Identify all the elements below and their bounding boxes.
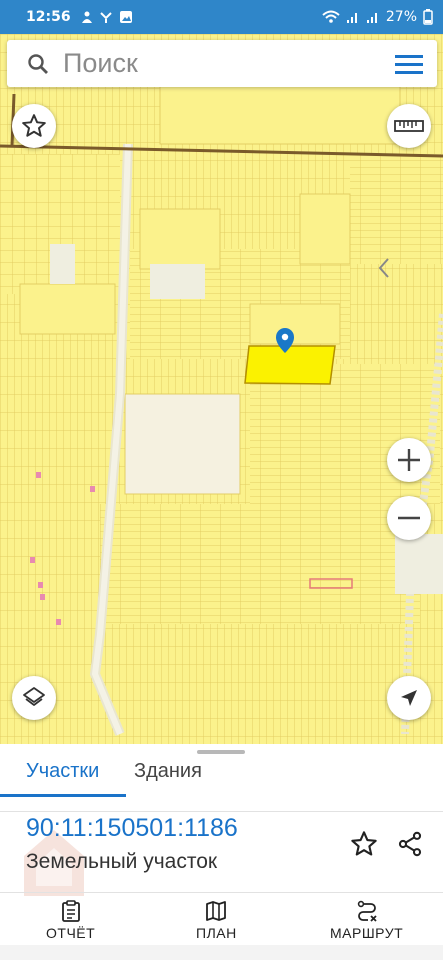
cadastral-map[interactable] [0,34,443,744]
battery-percent: 27% [385,9,417,25]
image-icon [119,11,132,23]
bottom-nav: ОТЧЁТ ПЛАН МАРШРУТ [0,892,443,945]
search-input[interactable]: Поиск [63,48,138,79]
share-button[interactable] [396,830,424,863]
nav-route[interactable]: МАРШРУТ [330,899,403,941]
selected-parcel[interactable] [244,345,336,385]
measure-button[interactable] [387,104,431,148]
parcel-type: Земельный участок [26,850,218,873]
share-icon [398,831,422,857]
missed-call-icon [99,12,112,23]
star-icon [351,831,377,856]
search-icon[interactable] [27,53,49,75]
signal-icon [346,13,357,23]
favorites-button[interactable] [12,104,56,148]
search-bar[interactable]: Поиск [7,40,437,87]
notification-icons [81,10,133,24]
zoom-out-icon [398,516,420,520]
chevron-left-icon [378,258,389,278]
menu-icon[interactable] [395,53,423,75]
zoom-in-button[interactable] [387,438,431,482]
notification-icon [81,11,92,23]
zoom-out-button[interactable] [387,496,431,540]
layers-icon [23,687,45,706]
system-nav-bar [0,945,443,960]
nav-plan[interactable]: ПЛАН [196,899,237,941]
parcel-cadastral-number[interactable]: 90:11:150501:1186 [26,814,238,843]
tabs-divider [0,811,443,812]
sheet-drag-handle[interactable] [197,750,245,754]
battery-icon [423,9,433,25]
nav-report[interactable]: ОТЧЁТ [46,899,95,941]
active-tab-indicator [0,794,126,797]
route-icon [357,900,377,922]
layers-button[interactable] [12,676,56,720]
status-right: 27% [322,9,433,25]
zoom-in-icon [398,449,420,471]
tab-parcels[interactable]: Участки [26,760,99,783]
map-icon [206,901,227,921]
nav-plan-label: ПЛАН [196,925,237,941]
navigate-icon [401,690,417,706]
sheet-tabs: Участки Здания [0,760,443,812]
map-canvas[interactable] [0,34,443,744]
clipboard-icon [61,900,80,922]
my-location-button[interactable] [387,676,431,720]
nav-report-label: ОТЧЁТ [46,925,96,941]
parcel-info-sheet: Участки Здания 90:11:150501:1186 Земельн… [0,744,443,960]
status-time: 12:56 [26,9,71,25]
tab-buildings[interactable]: Здания [134,760,202,783]
side-panel-toggle[interactable] [374,256,394,285]
signal-icon-2 [366,13,377,23]
status-bar: 12:56 27% [0,0,443,34]
nav-route-label: МАРШРУТ [330,925,404,941]
add-favorite-button[interactable] [350,830,378,863]
star-icon [22,114,46,137]
ruler-icon [394,120,424,132]
wifi-icon [322,10,340,23]
